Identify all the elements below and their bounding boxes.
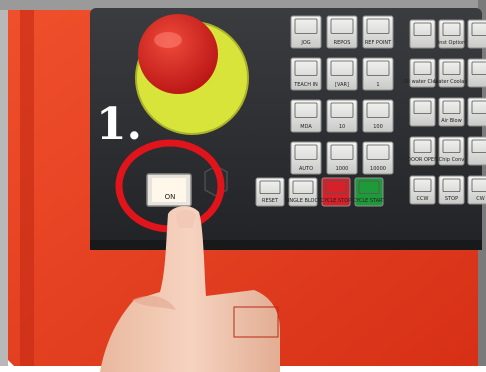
right-key-12[interactable]: CCW (409, 175, 436, 205)
right-key-0[interactable] (409, 19, 436, 49)
mode-key-5-label: 1 (376, 82, 379, 88)
mode-key-2[interactable]: REF POINT (362, 15, 394, 49)
bottom-key-1[interactable]: SINGLE BLOCK (285, 177, 322, 207)
bottom-key-0[interactable]: RESET (255, 177, 285, 207)
right-key-2-cap (467, 19, 486, 49)
mode-key-3[interactable]: TEACH IN (290, 57, 322, 91)
right-key-4[interactable]: Water Coolant (434, 58, 470, 88)
mode-key-11-label: 10000 (370, 166, 386, 172)
right-key-14-label: CW (476, 196, 484, 202)
mode-key-7-label: 10 (339, 124, 345, 130)
right-key-1-label: Inst Option (438, 40, 466, 46)
emergency-stop-button[interactable] (138, 14, 218, 94)
mode-key-5[interactable]: 1 (362, 57, 394, 91)
mode-key-1[interactable]: REPOS (326, 15, 358, 49)
right-key-5[interactable] (467, 58, 486, 88)
bottom-key-3[interactable]: CYCLE START (353, 177, 387, 207)
right-key-10[interactable]: Chip Conv (438, 136, 465, 166)
mode-key-8-label: 100 (373, 124, 383, 130)
right-key-9-label: DOOR OPEN (407, 157, 438, 163)
right-key-2[interactable] (467, 19, 486, 49)
mode-key-4-label: [VAR] (335, 82, 349, 88)
mode-key-10[interactable]: 1000 (326, 141, 358, 175)
right-key-6[interactable] (409, 97, 436, 127)
mode-key-8[interactable]: 100 (362, 99, 394, 133)
right-key-12-label: CCW (417, 196, 429, 202)
mode-key-3-label: TEACH IN (293, 82, 318, 88)
bottom-key-1-label: SINGLE BLOCK (285, 198, 322, 204)
right-key-11[interactable] (467, 136, 486, 166)
right-key-7-label: Air Blow (441, 118, 461, 124)
mode-key-4[interactable]: [VAR] (326, 57, 358, 91)
right-key-11-cap (467, 136, 486, 166)
right-key-1[interactable]: Inst Option (438, 19, 466, 49)
bottom-key-2-label: CYCLE STOP (321, 198, 351, 204)
bottom-key-2[interactable]: CYCLE STOP (321, 177, 351, 207)
right-key-4-label: Water Coolant (434, 79, 470, 85)
right-key-grid: Inst OptionOil water CleanWater CoolantA… (403, 19, 486, 205)
right-key-13[interactable]: STOP (438, 175, 465, 205)
right-key-9[interactable]: DOOR OPEN (407, 136, 438, 166)
right-key-5-cap (467, 58, 486, 88)
bottom-key-0-label: RESET (262, 198, 279, 204)
mode-key-9[interactable]: AUTO (290, 141, 322, 175)
bottom-key-3-label: CYCLE START (353, 198, 387, 204)
mode-key-0-label: JOG (300, 40, 310, 46)
power-on-label: ON (165, 193, 176, 201)
left-wall (0, 0, 8, 372)
mode-key-7[interactable]: 10 (326, 99, 358, 133)
mode-key-1-label: REPOS (334, 40, 351, 46)
panel-lower-edge (90, 240, 482, 250)
machine-control-photo: JOG REPOS REF POINT TEACH IN [VAR] 1 MDA 10 100 A… (0, 0, 486, 372)
mode-key-0[interactable]: JOG (290, 15, 322, 49)
mode-key-9-label: AUTO (299, 166, 313, 172)
estop-highlight (154, 32, 182, 48)
right-key-8[interactable] (467, 97, 486, 127)
mode-key-10-label: 1000 (336, 166, 349, 172)
right-key-14[interactable]: CW (467, 175, 486, 205)
mode-key-11[interactable]: 10000 (362, 141, 394, 175)
mode-key-6-label: MDA (300, 124, 312, 130)
cabinet-edge-shadow (20, 0, 34, 372)
mode-key-2-label: REF POINT (365, 40, 392, 46)
right-key-8-cap (467, 97, 486, 127)
mode-key-6[interactable]: MDA (290, 99, 322, 133)
step-label: 1. (96, 99, 142, 150)
right-key-13-label: STOP (445, 196, 458, 202)
right-key-7[interactable]: Air Blow (438, 97, 465, 127)
right-key-10-label: Chip Conv (439, 157, 465, 163)
photo-canvas: JOG REPOS REF POINT TEACH IN [VAR] 1 MDA 10 100 A… (0, 0, 486, 372)
